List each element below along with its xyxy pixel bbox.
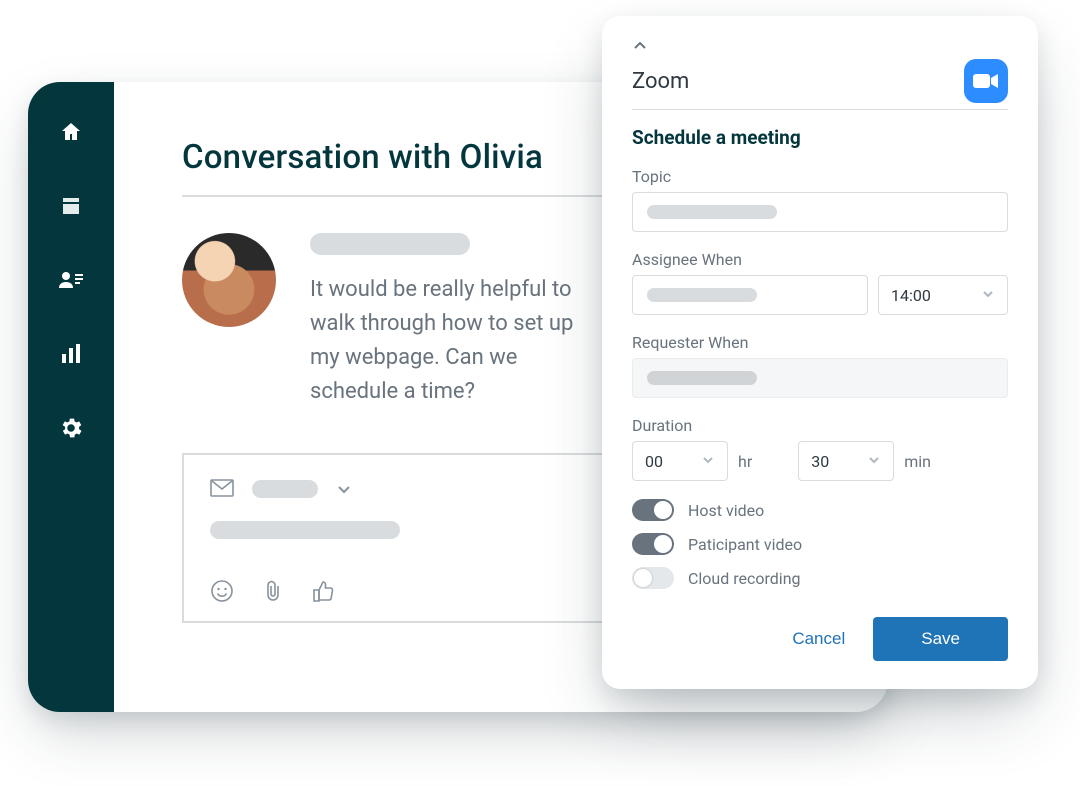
sidebar <box>28 82 114 712</box>
avatar[interactable] <box>182 233 276 327</box>
body-placeholder <box>210 521 400 539</box>
composer[interactable] <box>182 453 612 623</box>
duration-min-select[interactable]: 30 <box>798 441 894 481</box>
nav-settings-icon[interactable] <box>57 414 85 442</box>
save-button[interactable]: Save <box>873 617 1008 661</box>
mail-icon[interactable] <box>210 479 234 499</box>
assignee-time-value: 14:00 <box>891 286 931 305</box>
duration-hr-select[interactable]: 00 <box>632 441 728 481</box>
chevron-down-icon <box>701 452 715 471</box>
assignee-time-select[interactable]: 14:00 <box>878 275 1008 315</box>
sender-name-placeholder <box>310 233 470 255</box>
nav-inbox-icon[interactable] <box>57 192 85 220</box>
assignee-date-input[interactable] <box>632 275 868 315</box>
chevron-down-icon <box>867 452 881 471</box>
to-placeholder <box>252 480 318 498</box>
assignee-when-label: Assignee When <box>632 250 1008 269</box>
min-unit: min <box>904 452 931 471</box>
topic-input[interactable] <box>632 192 1008 232</box>
duration-hr-value: 00 <box>645 452 663 471</box>
cloud-recording-label: Cloud recording <box>688 569 801 588</box>
chevron-down-icon <box>981 286 995 305</box>
host-video-label: Host video <box>688 501 764 520</box>
message-text: It would be really helpful to walk throu… <box>310 273 600 409</box>
cancel-button[interactable]: Cancel <box>792 629 845 649</box>
panel-subtitle: Schedule a meeting <box>632 126 1008 149</box>
requester-when-label: Requester When <box>632 333 1008 352</box>
collapse-icon[interactable] <box>632 38 1008 57</box>
emoji-icon[interactable] <box>210 579 234 603</box>
requester-when-input <box>632 358 1008 398</box>
host-video-toggle[interactable] <box>632 499 674 521</box>
nav-home-icon[interactable] <box>57 118 85 146</box>
participant-video-label: Paticipant video <box>688 535 802 554</box>
participant-video-toggle[interactable] <box>632 533 674 555</box>
panel-title: Zoom <box>632 69 689 94</box>
duration-min-value: 30 <box>811 452 829 471</box>
zoom-icon <box>964 59 1008 103</box>
nav-users-icon[interactable] <box>57 266 85 294</box>
hr-unit: hr <box>738 452 752 471</box>
duration-label: Duration <box>632 416 1008 435</box>
topic-label: Topic <box>632 167 1008 186</box>
zoom-panel: Zoom Schedule a meeting Topic Assignee W… <box>602 16 1038 689</box>
nav-reports-icon[interactable] <box>57 340 85 368</box>
panel-divider <box>632 109 1008 110</box>
thumbs-up-icon[interactable] <box>312 579 336 603</box>
chevron-down-icon[interactable] <box>336 481 352 497</box>
attachment-icon[interactable] <box>262 579 284 603</box>
cloud-recording-toggle[interactable] <box>632 567 674 589</box>
